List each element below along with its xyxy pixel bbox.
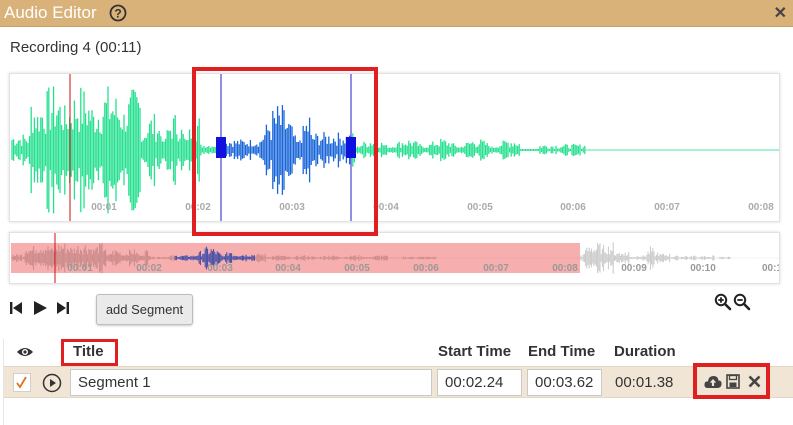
- table-row[interactable]: 00:01.38: [4, 366, 793, 398]
- overview-tick-label: 00:1: [762, 263, 779, 274]
- overview-tick-label: 00:01: [67, 263, 93, 274]
- help-circle-icon[interactable]: ?: [109, 4, 127, 22]
- time-tick-label: 00:06: [560, 202, 586, 213]
- overview-tick-label: 00:09: [621, 263, 647, 274]
- table-header: Title Start Time End Time Duration: [4, 339, 793, 365]
- play-segment-icon[interactable]: [42, 373, 62, 393]
- delete-icon[interactable]: [748, 375, 761, 388]
- time-tick-label: 00:02: [185, 202, 211, 213]
- waveform-unselected: [11, 86, 780, 214]
- window-title: Audio Editor: [4, 3, 97, 22]
- selection-start-handle[interactable]: [216, 137, 226, 158]
- title-bar: Audio Editor ? ✕: [0, 0, 793, 27]
- zoom-in-icon[interactable]: [714, 293, 732, 311]
- segment-title-input[interactable]: [70, 369, 432, 396]
- overview-tick-label: 00:10: [690, 263, 716, 274]
- title-column-header[interactable]: Title: [73, 343, 104, 360]
- save-icon[interactable]: [726, 374, 740, 389]
- time-tick-label: 00:04: [373, 202, 399, 213]
- overview-tick-label: 00:02: [136, 263, 162, 274]
- time-tick-label: 00:03: [279, 202, 305, 213]
- start-time-column-header[interactable]: Start Time: [438, 343, 511, 360]
- add-segment-button[interactable]: add Segment: [96, 294, 193, 325]
- segments-table: Title Start Time End Time Duration 00:01…: [3, 339, 793, 425]
- time-tick-label: 00:05: [467, 202, 493, 213]
- overview-tick-label: 00:04: [275, 263, 301, 274]
- overview-tick-label: 00:06: [413, 263, 439, 274]
- time-tick-label: 00:08: [748, 202, 774, 213]
- segment-checkbox[interactable]: [13, 373, 31, 392]
- time-tick-label: 00:01: [91, 202, 117, 213]
- skip-start-icon[interactable]: [9, 301, 23, 315]
- duration-value: 00:01.38: [615, 374, 674, 391]
- end-time-input[interactable]: [527, 369, 602, 396]
- overview-tick-label: 00:05: [344, 263, 370, 274]
- overview-svg[interactable]: 00:01 00:02 00:03 00:04 00:05 00:06 00:0…: [10, 233, 779, 283]
- cloud-upload-icon[interactable]: [704, 375, 722, 389]
- play-icon[interactable]: [33, 300, 48, 316]
- overview-tick-label: 00:07: [483, 263, 509, 274]
- start-time-input[interactable]: [437, 369, 522, 396]
- duration-column-header[interactable]: Duration: [614, 343, 676, 360]
- overview-waveform[interactable]: 00:01 00:02 00:03 00:04 00:05 00:06 00:0…: [9, 232, 780, 284]
- skip-end-icon[interactable]: [56, 301, 70, 315]
- time-tick-label: 00:07: [654, 202, 680, 213]
- svg-text:?: ?: [114, 7, 121, 21]
- end-time-column-header[interactable]: End Time: [528, 343, 595, 360]
- zoom-out-icon[interactable]: [733, 293, 751, 311]
- waveform-svg[interactable]: 00:01 00:02 00:03 00:04 00:05 00:06 00:0…: [10, 74, 780, 221]
- waveform-view[interactable]: 00:01 00:02 00:03 00:04 00:05 00:06 00:0…: [9, 73, 780, 222]
- recording-title: Recording 4 (00:11): [10, 39, 142, 56]
- close-icon[interactable]: ✕: [774, 3, 787, 23]
- eye-icon[interactable]: [16, 346, 34, 358]
- overview-tick-label: 00:08: [552, 263, 578, 274]
- overview-tick-label: 00:03: [207, 263, 233, 274]
- selection-end-handle[interactable]: [346, 137, 356, 158]
